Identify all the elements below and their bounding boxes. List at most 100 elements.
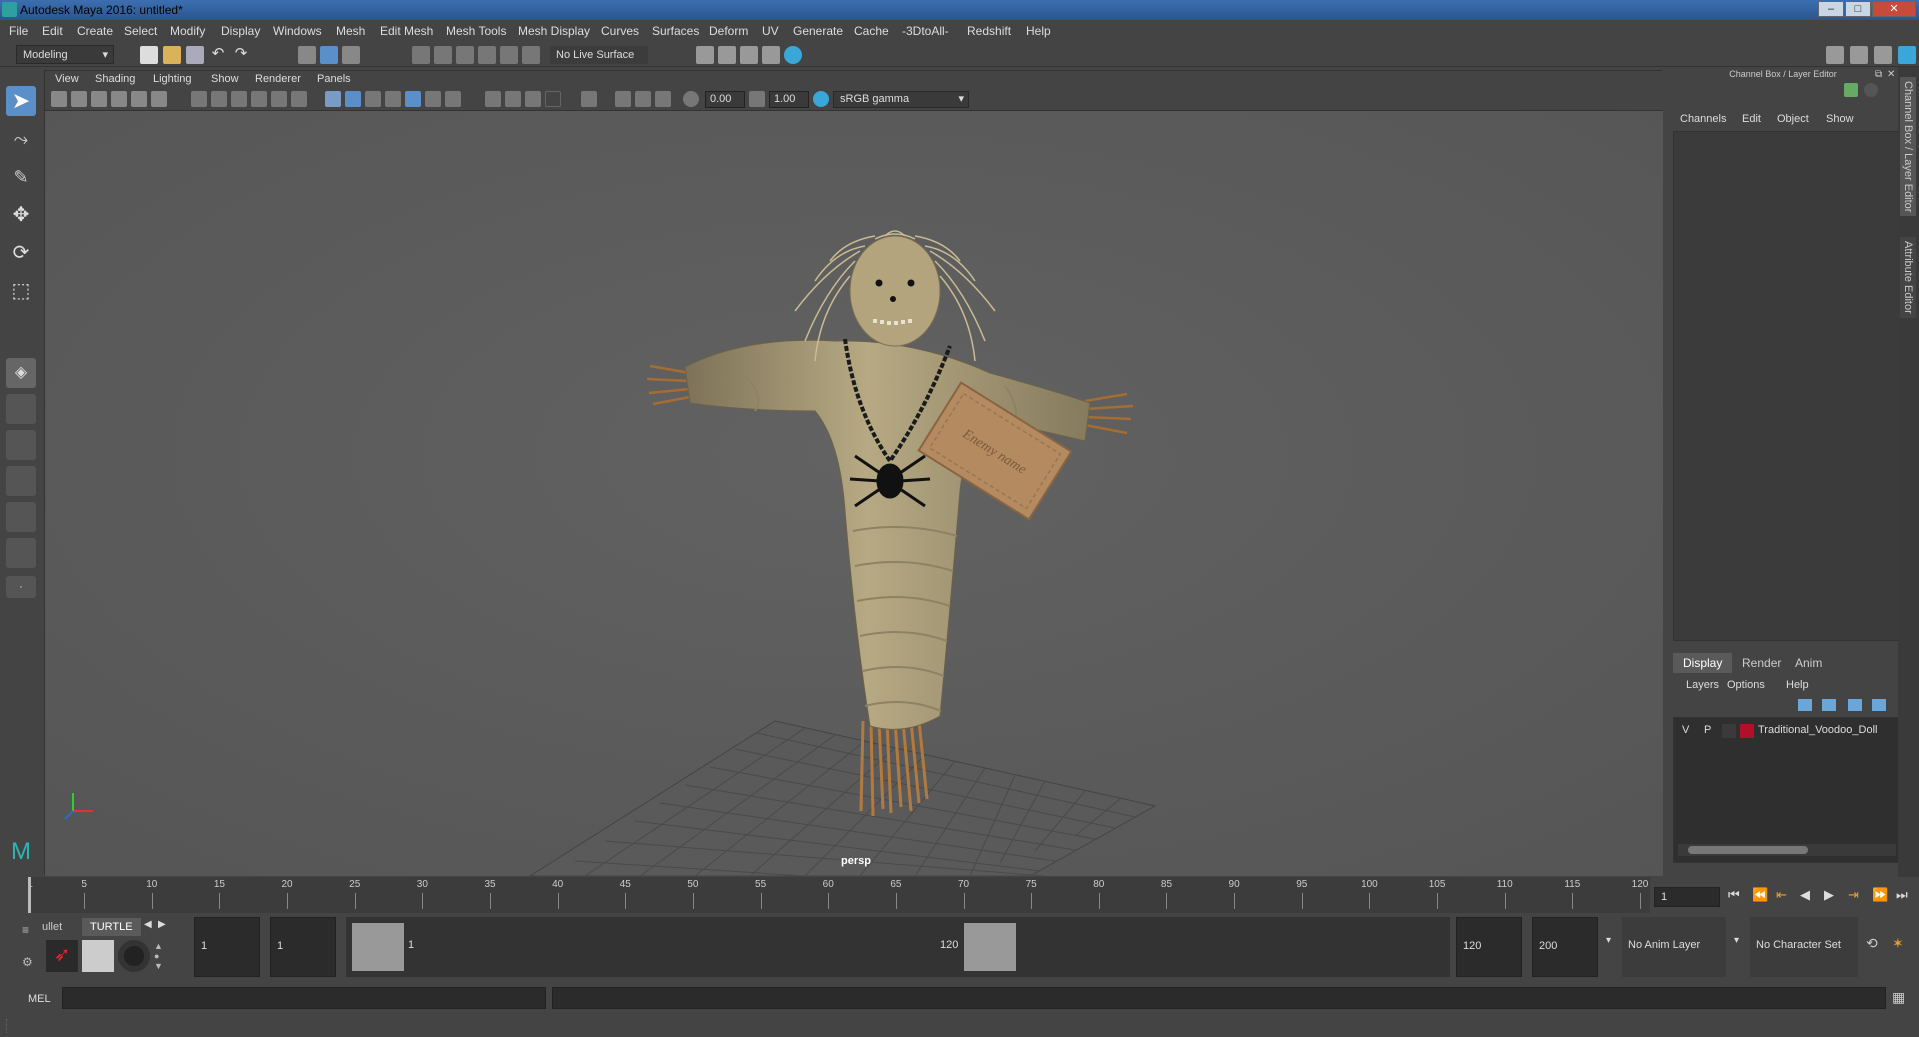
single-perspective-view-icon[interactable]: ◈ (6, 358, 36, 388)
layer-scrollbar[interactable] (1678, 844, 1896, 856)
tab-attribute-editor[interactable]: Attribute Editor (1900, 237, 1916, 318)
range-slider-end-handle[interactable] (964, 923, 1016, 971)
minimize-button[interactable]: – (1818, 1, 1844, 17)
undo-icon[interactable]: ↶ (209, 46, 227, 64)
tab-display[interactable]: Display (1673, 653, 1733, 673)
field-chart-icon[interactable] (271, 91, 287, 107)
step-forward-frame-icon[interactable]: ⇥ (1848, 887, 1859, 903)
save-scene-icon[interactable] (186, 46, 204, 64)
menu-set-dropdown[interactable]: Modeling ▾ (16, 45, 114, 64)
grid-toggle-icon[interactable] (191, 91, 207, 107)
anti-alias-icon[interactable] (505, 91, 521, 107)
textured-icon[interactable] (385, 91, 401, 107)
anim-layer-dropdown[interactable]: No Anim Layer (1622, 917, 1726, 977)
menu-select[interactable]: Select (124, 24, 157, 38)
xray-joints-icon[interactable] (635, 91, 651, 107)
step-back-frame-icon[interactable]: ⇤ (1776, 887, 1787, 903)
move-layer-down-icon[interactable] (1822, 699, 1836, 711)
menu-curves[interactable]: Curves (601, 24, 639, 38)
layers-menu[interactable]: Layers (1686, 679, 1719, 691)
close-icon[interactable]: ✕ (1887, 69, 1895, 80)
menu-redshift[interactable]: Redshift (967, 24, 1011, 38)
character-set-dropdown[interactable]: No Character Set (1750, 917, 1858, 977)
select-component-icon[interactable] (342, 46, 360, 64)
layer-row[interactable]: V P Traditional_Voodoo_Doll (1678, 723, 1898, 739)
tab-render[interactable]: Render (1732, 653, 1791, 673)
menu-uv[interactable]: UV (762, 24, 779, 38)
safe-action-icon[interactable] (291, 91, 307, 107)
color-space-dropdown[interactable]: sRGB gamma ▾ (833, 91, 969, 108)
auto-key-icon[interactable]: ⟲ (1866, 935, 1878, 952)
channel-edit-menu[interactable]: Edit (1742, 113, 1761, 125)
backface-culling-icon[interactable] (615, 91, 631, 107)
go-to-end-icon[interactable]: ⏭ (1896, 887, 1908, 903)
paint-select-tool-icon[interactable]: ✎ (6, 162, 36, 192)
render-settings-icon[interactable] (696, 46, 714, 64)
maximize-button[interactable]: □ (1845, 1, 1871, 17)
ambient-occlusion-icon[interactable] (445, 91, 461, 107)
select-object-icon[interactable] (320, 46, 338, 64)
close-button[interactable]: ✕ (1872, 1, 1916, 17)
menu-deform[interactable]: Deform (709, 24, 748, 38)
go-to-start-icon[interactable]: ⏮ (1728, 887, 1740, 903)
depth-of-field-icon[interactable] (525, 91, 541, 107)
2d-pan-zoom-icon[interactable] (131, 91, 147, 107)
snap-view-plane-icon[interactable] (478, 46, 496, 64)
shelf-tab-bullet[interactable]: ullet (36, 918, 68, 936)
script-editor-icon[interactable]: ▦ (1892, 989, 1905, 1006)
current-time-marker[interactable] (28, 877, 31, 913)
smooth-shade-icon[interactable] (345, 91, 361, 107)
animation-start-field[interactable]: 1 (194, 917, 260, 977)
time-slider[interactable]: 1510152025303540455055606570758085909510… (0, 877, 1919, 915)
channels-area[interactable] (1673, 131, 1899, 641)
layer-name[interactable]: Traditional_Voodoo_Doll (1758, 724, 1877, 736)
panel-menu-shading[interactable]: Shading (95, 73, 135, 85)
menu-create[interactable]: Create (77, 24, 113, 38)
select-tool-icon[interactable]: ➤ (6, 86, 36, 116)
new-layer-icon[interactable] (1848, 699, 1862, 711)
turtle-render-icon[interactable]: ➶ (46, 940, 78, 972)
menu-mesh-tools[interactable]: Mesh Tools (446, 24, 506, 38)
menu-windows[interactable]: Windows (273, 24, 322, 38)
layer-color-swatch[interactable] (1740, 724, 1754, 738)
motion-blur-icon[interactable] (485, 91, 501, 107)
animation-end-field[interactable]: 200 (1532, 917, 1598, 977)
persp-hypershade-layout-icon[interactable] (6, 502, 36, 532)
play-backwards-icon[interactable]: ◀ (1800, 887, 1810, 903)
move-tool-icon[interactable]: ✥ (6, 200, 36, 230)
gate-mask-icon[interactable] (251, 91, 267, 107)
tab-channel-box-layer-editor[interactable]: Channel Box / Layer Editor (1900, 77, 1916, 217)
xray-icon[interactable] (545, 91, 561, 107)
color-management-icon[interactable] (813, 91, 829, 107)
chevron-down-icon[interactable]: ▾ (1734, 935, 1739, 946)
xray-active-icon[interactable] (655, 91, 671, 107)
tab-anim[interactable]: Anim (1785, 653, 1832, 673)
render-view-icon[interactable] (718, 46, 736, 64)
current-frame-field[interactable]: 1 (1654, 887, 1720, 907)
menu-generate[interactable]: Generate (793, 24, 843, 38)
channel-box-toggle-icon[interactable] (1898, 46, 1916, 64)
image-plane-icon[interactable] (111, 91, 127, 107)
shelf-scroll-left-icon[interactable]: ◀ (144, 919, 152, 930)
persp-graph-layout-icon[interactable] (6, 466, 36, 496)
gamma-icon[interactable] (749, 91, 765, 107)
snap-surface-icon[interactable] (500, 46, 518, 64)
four-view-layout-icon[interactable] (6, 394, 36, 424)
layout-menu-icon[interactable]: · (6, 576, 36, 598)
tool-settings-toggle-icon[interactable] (1874, 46, 1892, 64)
menu-edit-mesh[interactable]: Edit Mesh (380, 24, 433, 38)
options-menu[interactable]: Options (1727, 679, 1765, 691)
open-scene-icon[interactable] (163, 46, 181, 64)
channel-show-menu[interactable]: Show (1826, 113, 1854, 125)
menu-display[interactable]: Display (221, 24, 260, 38)
render-frame-icon[interactable] (740, 46, 758, 64)
playback-end-field[interactable]: 120 (1456, 917, 1522, 977)
move-layer-up-icon[interactable] (1798, 699, 1812, 711)
shelf-scroll-icon[interactable]: ▲ ● ▼ (154, 941, 164, 971)
snap-grid-icon[interactable] (412, 46, 430, 64)
use-all-lights-icon[interactable] (405, 91, 421, 107)
playback-start-field[interactable]: 1 (270, 917, 336, 977)
new-layer-selected-icon[interactable] (1872, 699, 1886, 711)
panel-menu-lighting[interactable]: Lighting (153, 73, 192, 85)
redo-icon[interactable]: ↷ (232, 46, 250, 64)
